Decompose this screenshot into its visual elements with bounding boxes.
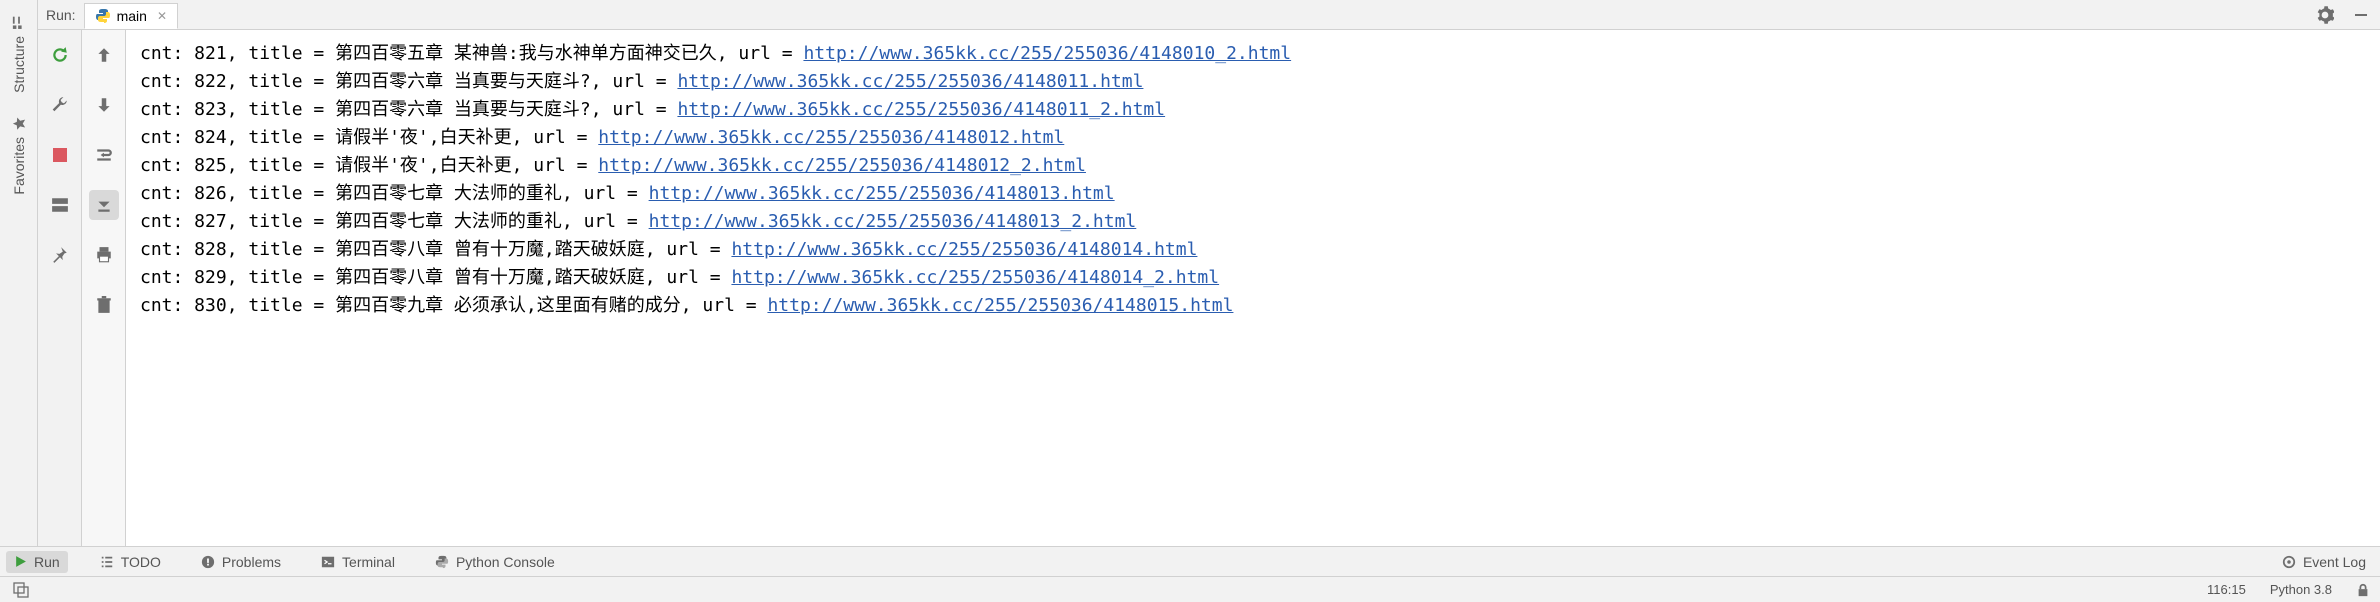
run-tab[interactable]: Run — [6, 551, 68, 573]
problems-tab-label: Problems — [222, 554, 281, 570]
console-url-link[interactable]: http://www.365kk.cc/255/255036/4148014.h… — [731, 239, 1197, 260]
pin-button[interactable] — [45, 240, 75, 270]
todo-tab[interactable]: TODO — [92, 551, 169, 573]
console-line: cnt: 823, title = 第四百零六章 当真要与天庭斗?, url =… — [140, 96, 2366, 124]
terminal-tab[interactable]: Terminal — [313, 551, 403, 573]
console-url-link[interactable]: http://www.365kk.cc/255/255036/4148011.h… — [677, 71, 1143, 92]
console-url-link[interactable]: http://www.365kk.cc/255/255036/4148015.h… — [767, 295, 1233, 316]
arrow-down-icon — [95, 96, 113, 114]
python-console-tab[interactable]: Python Console — [427, 551, 563, 573]
console-line: cnt: 826, title = 第四百零七章 大法师的重礼, url = h… — [140, 180, 2366, 208]
event-log-tab[interactable]: Event Log — [2274, 551, 2374, 573]
lock-indicator[interactable] — [2356, 583, 2370, 597]
lock-icon — [2356, 583, 2370, 597]
gear-icon — [2316, 6, 2334, 24]
modify-run-button[interactable] — [45, 90, 75, 120]
star-icon — [12, 117, 26, 131]
console-line: cnt: 828, title = 第四百零八章 曾有十万魔,踏天破妖庭, ur… — [140, 236, 2366, 264]
pin-icon — [51, 246, 69, 264]
run-body: cnt: 821, title = 第四百零五章 某神兽:我与水神单方面神交已久… — [38, 30, 2380, 546]
trash-icon — [95, 296, 113, 314]
console-url-link[interactable]: http://www.365kk.cc/255/255036/4148011_2… — [677, 99, 1165, 120]
console-line: cnt: 825, title = 请假半'夜',白天补更, url = htt… — [140, 152, 2366, 180]
console-url-link[interactable]: http://www.365kk.cc/255/255036/4148013.h… — [649, 183, 1115, 204]
console-line: cnt: 827, title = 第四百零七章 大法师的重礼, url = h… — [140, 208, 2366, 236]
scroll-end-icon — [95, 196, 113, 214]
python-console-tab-label: Python Console — [456, 554, 555, 570]
wrench-icon — [51, 96, 69, 114]
console-url-link[interactable]: http://www.365kk.cc/255/255036/4148012.h… — [598, 127, 1064, 148]
python-file-icon — [95, 8, 111, 24]
bottom-tool-tabs: Run TODO Problems Terminal Python Consol… — [0, 546, 2380, 576]
console-line: cnt: 822, title = 第四百零六章 当真要与天庭斗?, url =… — [140, 68, 2366, 96]
main-area: Structure Favorites Run: main ✕ — [0, 0, 2380, 546]
console-line: cnt: 829, title = 第四百零八章 曾有十万魔,踏天破妖庭, ur… — [140, 264, 2366, 292]
terminal-icon — [321, 555, 335, 569]
down-button[interactable] — [89, 90, 119, 120]
event-log-label: Event Log — [2303, 554, 2366, 570]
event-log-icon — [2282, 555, 2296, 569]
console-line: cnt: 830, title = 第四百零九章 必须承认,这里面有赌的成分, … — [140, 292, 2366, 320]
favorites-tool-tab[interactable]: Favorites — [7, 105, 31, 207]
run-panel-header: Run: main ✕ — [38, 0, 2380, 30]
settings-button[interactable] — [2314, 4, 2336, 26]
console-line: cnt: 821, title = 第四百零五章 某神兽:我与水神单方面神交已久… — [140, 40, 2366, 68]
close-icon[interactable]: ✕ — [157, 9, 167, 23]
run-panel: Run: main ✕ — [38, 0, 2380, 546]
soft-wrap-button[interactable] — [89, 140, 119, 170]
status-bar: 116:15 Python 3.8 — [0, 576, 2380, 602]
minimize-icon — [2353, 7, 2369, 23]
arrow-up-icon — [95, 46, 113, 64]
console-output[interactable]: cnt: 821, title = 第四百零五章 某神兽:我与水神单方面神交已久… — [126, 30, 2380, 546]
structure-label: Structure — [11, 36, 27, 93]
console-url-link[interactable]: http://www.365kk.cc/255/255036/4148010_2… — [803, 43, 1291, 64]
run-tab-label: Run — [34, 554, 60, 570]
run-config-name: main — [117, 8, 147, 24]
soft-wrap-icon — [95, 146, 113, 164]
hide-button[interactable] — [2350, 4, 2372, 26]
play-icon — [14, 555, 27, 568]
list-icon — [100, 555, 114, 569]
stop-button[interactable] — [45, 140, 75, 170]
rerun-icon — [51, 46, 69, 64]
status-project-button[interactable] — [10, 579, 32, 601]
run-tool-column-right — [82, 30, 126, 546]
warning-icon — [201, 555, 215, 569]
rerun-button[interactable] — [45, 40, 75, 70]
console-line: cnt: 824, title = 请假半'夜',白天补更, url = htt… — [140, 124, 2366, 152]
up-button[interactable] — [89, 40, 119, 70]
left-tool-strip: Structure Favorites — [0, 0, 38, 546]
run-tool-column-left — [38, 30, 82, 546]
structure-icon — [12, 16, 26, 30]
run-config-tab[interactable]: main ✕ — [84, 3, 178, 29]
structure-tool-tab[interactable]: Structure — [7, 4, 31, 105]
problems-tab[interactable]: Problems — [193, 551, 289, 573]
cursor-position[interactable]: 116:15 — [2207, 582, 2246, 597]
console-url-link[interactable]: http://www.365kk.cc/255/255036/4148013_2… — [649, 211, 1137, 232]
windows-icon — [13, 582, 29, 598]
favorites-label: Favorites — [11, 137, 27, 195]
terminal-tab-label: Terminal — [342, 554, 395, 570]
python-icon — [435, 555, 449, 569]
layout-icon — [51, 196, 69, 214]
console-url-link[interactable]: http://www.365kk.cc/255/255036/4148012_2… — [598, 155, 1086, 176]
layout-button[interactable] — [45, 190, 75, 220]
console-url-link[interactable]: http://www.365kk.cc/255/255036/4148014_2… — [731, 267, 1219, 288]
print-icon — [95, 246, 113, 264]
delete-button[interactable] — [89, 290, 119, 320]
scroll-to-end-button[interactable] — [89, 190, 119, 220]
print-button[interactable] — [89, 240, 119, 270]
run-label: Run: — [46, 7, 76, 23]
stop-icon — [53, 148, 67, 162]
todo-tab-label: TODO — [121, 554, 161, 570]
interpreter-indicator[interactable]: Python 3.8 — [2270, 582, 2332, 597]
